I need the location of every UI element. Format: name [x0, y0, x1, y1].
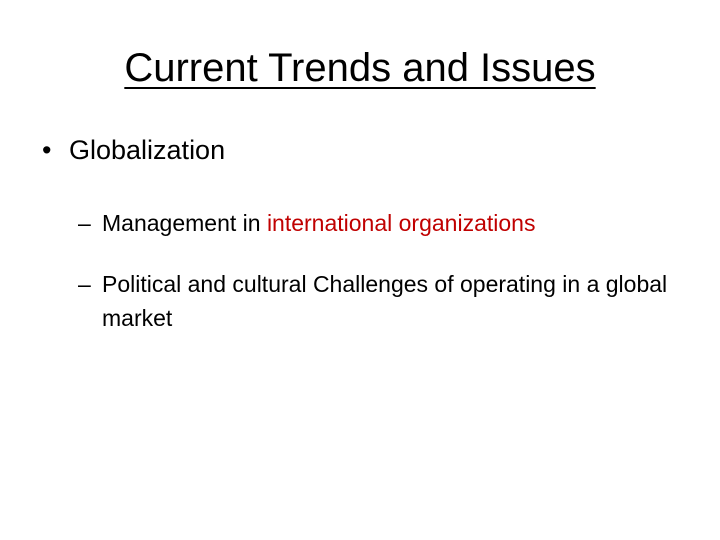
sub-bullet-management: – Management in international organizati…	[78, 206, 678, 240]
bullet-globalization: • Globalization	[42, 133, 225, 167]
sub-bullet-text: Political and cultural Challenges of ope…	[102, 271, 668, 331]
slide: Current Trends and Issues • Globalization…	[0, 0, 720, 540]
sub-bullet-text: Management in international organization…	[78, 206, 678, 240]
sub-bullet-text-highlight: international organizations	[266, 210, 536, 236]
sub-bullet-text-plain: Management in	[102, 210, 267, 236]
slide-title: Current Trends and Issues	[124, 46, 596, 90]
bullet-text: Globalization	[69, 135, 226, 165]
sub-bullet-political-cultural: – Political and cultural Challenges of o…	[78, 267, 678, 335]
sub-bullet-marker: –	[78, 271, 91, 297]
bullet-marker: •	[42, 135, 52, 165]
sub-bullet-marker: –	[78, 210, 91, 236]
